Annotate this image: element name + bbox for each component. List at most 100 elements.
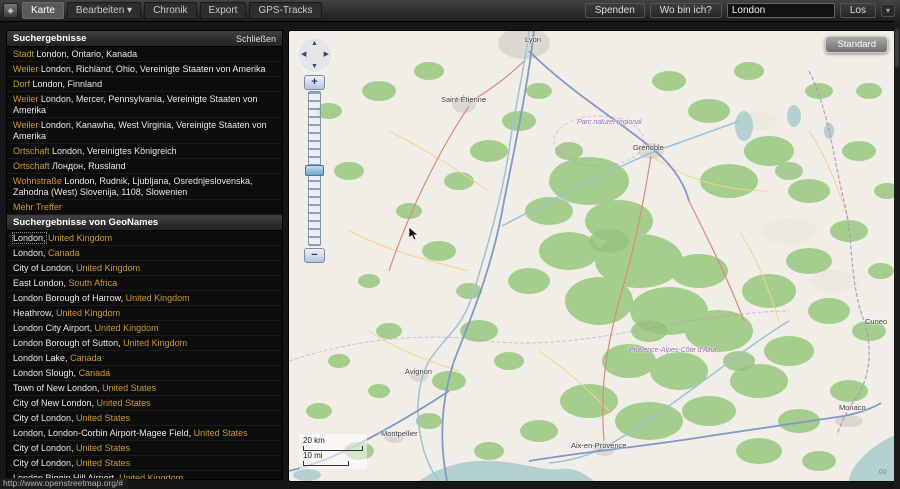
result-type-label: Stadt (13, 48, 35, 59)
mouse-cursor (409, 227, 419, 241)
app-icon: ◈ (3, 3, 18, 18)
geonames-region-label: United States (99, 382, 157, 393)
geonames-result-item[interactable]: London, United Kingdom (7, 231, 282, 246)
geonames-result-item[interactable]: City of New London, United States (7, 396, 282, 411)
result-place-label: London, Mercer, Pennsylvania, Vereinigte… (13, 93, 258, 115)
result-type-label: Dorf (13, 78, 31, 89)
search-result-item[interactable]: Weiler London, Kanawha, West Virginia, V… (7, 118, 282, 144)
tab-chronik[interactable]: Chronik (144, 2, 197, 19)
geonames-region-label: United States (73, 412, 131, 423)
geonames-result-item[interactable]: East London, South Africa (7, 276, 282, 291)
geonames-place-label: City of London, (13, 442, 74, 453)
geonames-result-item[interactable]: City of London, United Kingdom (7, 261, 282, 276)
result-place-label: London, Richland, Ohio, Vereinigte Staat… (38, 63, 266, 74)
geonames-results-list: London, United Kingdom London, Canada City… (7, 231, 282, 479)
donate-button[interactable]: Spenden (584, 3, 645, 18)
geonames-region-label: United Kingdom (92, 322, 159, 333)
search-result-item[interactable]: Ortschaft Лондон, Russland (7, 159, 282, 174)
geonames-result-item[interactable]: London Slough, Canada (7, 366, 282, 381)
search-result-item[interactable]: Weiler London, Mercer, Pennsylvania, Ver… (7, 92, 282, 118)
pan-right-icon[interactable]: ▶ (324, 51, 329, 58)
status-url: http://www.openstreetmap.org/# (0, 478, 129, 489)
geonames-region-label: United Kingdom (120, 337, 188, 348)
permalink-icon[interactable]: ∞ (878, 465, 887, 477)
geonames-place-label: London, London-Corbin Airport-Magee Fiel… (13, 427, 192, 438)
result-place-label: Лондон, Russland (49, 160, 126, 171)
tab-export[interactable]: Export (199, 2, 247, 19)
window-scrollbar[interactable] (894, 21, 900, 489)
search-results-list: Stadt London, Ontario, Kanada Weiler Lond… (7, 47, 282, 200)
result-place-label: London, Finnland (30, 78, 103, 89)
geonames-header: Suchergebnisse von GeoNames (7, 215, 282, 231)
geonames-result-item[interactable]: London City Airport, United Kingdom (7, 321, 282, 336)
geonames-region-label: United States (73, 442, 131, 453)
geonames-region-label: South Africa (66, 277, 118, 288)
geonames-result-item[interactable]: London, London-Corbin Airport-Magee Fiel… (7, 426, 282, 441)
pan-up-icon[interactable]: ▲ (311, 40, 318, 47)
scale-mi-label: 10 mi (303, 451, 323, 460)
scale-bar: 20 km 10 mi (299, 434, 367, 469)
more-results-link[interactable]: Mehr Treffer (7, 200, 282, 215)
search-result-item[interactable]: Wohnstraße London, Rudnik, Ljubljana, Os… (7, 174, 282, 200)
search-input[interactable] (726, 3, 835, 18)
geonames-region-label: Canada (76, 367, 111, 378)
geonames-region-label: United Kingdom (123, 292, 190, 303)
pan-control[interactable]: ▲ ▼ ◀ ▶ (297, 37, 333, 73)
search-result-item[interactable]: Ortschaft London, Vereinigtes Königreich (7, 144, 282, 159)
search-result-item[interactable]: Dorf London, Finnland (7, 77, 282, 92)
geonames-place-label: City of London, (13, 457, 74, 468)
geonames-place-label: London Lake, (13, 352, 68, 363)
geonames-region-label: United States (94, 397, 151, 408)
geonames-place-label: City of London, (13, 262, 74, 273)
geonames-result-item[interactable]: London Borough of Harrow, United Kingdom (7, 291, 282, 306)
layer-switcher-button[interactable]: Standard (825, 36, 888, 53)
where-am-i-button[interactable]: Wo bin ich? (649, 3, 722, 18)
geonames-result-item[interactable]: London Borough of Sutton, United Kingdom (7, 336, 282, 351)
geonames-result-item[interactable]: Town of New London, United States (7, 381, 282, 396)
topbar-tabs: Karte Bearbeiten ▾ Chronik Export GPS-Tracks (22, 2, 322, 19)
geonames-result-item[interactable]: London, Canada (7, 246, 282, 261)
geonames-place-label: City of New London, (13, 397, 95, 408)
zoom-slider-handle[interactable] (305, 165, 324, 176)
scrollbar-thumb[interactable] (895, 29, 899, 67)
map-canvas[interactable]: Lyon Saint-Étienne Grenoble Avignon Montpell… (288, 30, 896, 482)
result-place-label: London, Kanawha, West Virginia, Vereinig… (13, 119, 267, 141)
search-go-button[interactable]: Los (839, 3, 876, 18)
geonames-region-label: United Kingdom (73, 262, 141, 273)
geonames-place-label: London City Airport, (13, 322, 93, 333)
geonames-place-label: London, (13, 247, 46, 258)
zoom-in-button[interactable]: + (304, 75, 325, 90)
result-type-label: Ortschaft (13, 160, 50, 171)
geonames-place-label: London Borough of Sutton, (13, 337, 121, 348)
tab-karte[interactable]: Karte (22, 2, 64, 19)
map-base-layer (289, 31, 895, 481)
geonames-result-item[interactable]: London Lake, Canada (7, 351, 282, 366)
topbar: ◈ Karte Bearbeiten ▾ Chronik Export GPS-Trac… (0, 0, 900, 22)
tab-bearbeiten[interactable]: Bearbeiten ▾ (66, 2, 142, 19)
geonames-place-label: London, (12, 231, 47, 244)
geonames-place-label: London Slough, (13, 367, 77, 378)
result-type-label: Weiler (13, 63, 39, 74)
geonames-result-item[interactable]: City of London, United States (7, 456, 282, 471)
zoom-out-button[interactable]: − (304, 248, 325, 263)
geonames-region-label: United States (191, 427, 248, 438)
search-result-item[interactable]: Stadt London, Ontario, Kanada (7, 47, 282, 62)
chevron-down-icon[interactable]: ▾ (880, 4, 895, 17)
search-result-item[interactable]: Weiler London, Richland, Ohio, Vereinigt… (7, 62, 282, 77)
geonames-result-item[interactable]: City of London, United States (7, 411, 282, 426)
tab-gps-tracks[interactable]: GPS-Tracks (249, 2, 322, 19)
geonames-region-label: United States (73, 457, 131, 468)
pan-left-icon[interactable]: ◀ (301, 51, 306, 58)
geonames-result-item[interactable]: Heathrow, United Kingdom (7, 306, 282, 321)
search-results-panel: Suchergebnisse Schließen Stadt London, O… (6, 30, 283, 480)
geonames-result-item[interactable]: City of London, United States (7, 441, 282, 456)
search-results-header: Suchergebnisse Schließen (7, 31, 282, 47)
geonames-region-label: Canada (45, 247, 80, 258)
geonames-region-label: United Kingdom (53, 307, 121, 318)
geonames-place-label: City of London, (13, 412, 74, 423)
close-button[interactable]: Schließen (236, 34, 276, 44)
geonames-place-label: London Borough of Harrow, (13, 292, 124, 303)
pan-down-icon[interactable]: ▼ (311, 63, 318, 70)
geonames-region-label: Canada (67, 352, 102, 363)
scale-km-label: 20 km (303, 436, 325, 445)
